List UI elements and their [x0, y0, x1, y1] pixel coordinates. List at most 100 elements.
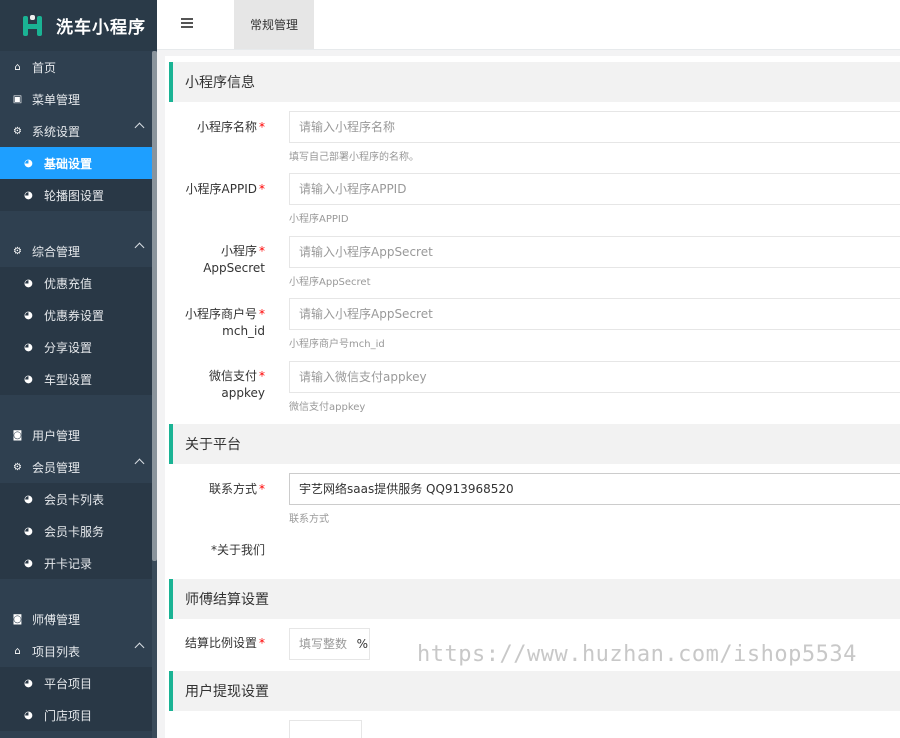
sidebar-item-carousel-settings[interactable]: ◕ 轮播图设置: [0, 179, 152, 211]
section-title: 小程序信息: [185, 75, 255, 91]
sidebar-item-label: 菜单管理: [32, 92, 81, 107]
sidebar-item-basic-settings[interactable]: ◕ 基础设置: [0, 147, 152, 179]
percent-unit: %: [356, 637, 368, 651]
app-title: 洗车小程序: [56, 18, 146, 38]
sidebar-item-label: 门店项目: [44, 708, 93, 723]
sidebar-item-menu-manage[interactable]: ▣ 菜单管理: [0, 83, 152, 115]
sidebar: 洗车小程序 ⌂ 首页 ▣ 菜单管理 ⚙ 系统设置 ◕ 基础设置 ◕ 轮播图设置: [0, 0, 157, 738]
form-row-contact: 联系方式 * 宇艺网络saas提供服务 QQ913968520 联系方式: [169, 473, 900, 525]
section-title: 用户提现设置: [185, 684, 269, 700]
dashboard-icon: ◕: [24, 493, 33, 505]
sidebar-item-label: 用户管理: [32, 428, 81, 443]
sidebar-item-member-manage[interactable]: ⚙ 会员管理: [0, 451, 152, 483]
chevron-up-icon: [134, 642, 145, 653]
sidebar-item-card-open-records[interactable]: ◕ 开卡记录: [0, 547, 152, 579]
watermark: https://www.huzhan.com/ishop5534: [417, 642, 857, 667]
sidebar-item-member-card-service[interactable]: ◕ 会员卡服务: [0, 515, 152, 547]
field-label: *关于我们: [210, 543, 265, 557]
submenu-general-manage: ◕ 优惠充值 ◕ 优惠券设置 ◕ 分享设置 ◕ 车型设置: [0, 267, 152, 395]
sidebar-item-label: 基础设置: [44, 156, 93, 171]
dashboard-icon: ◕: [24, 277, 33, 289]
appkey-input[interactable]: 请输入微信支付appkey: [289, 361, 900, 393]
mch-id-input[interactable]: 请输入小程序AppSecret: [289, 298, 900, 330]
field-hint: 联系方式: [289, 514, 329, 525]
sidebar-item-label: 系统设置: [32, 124, 81, 139]
mini-name-input[interactable]: 请输入小程序名称: [289, 111, 900, 143]
gears-icon: ⚙: [13, 125, 22, 137]
form-row-name: 小程序名称 * 请输入小程序名称 填写自己部署小程序的名称。: [169, 111, 900, 163]
sidebar-item-label: 综合管理: [32, 244, 81, 259]
tab-label: 常规管理: [249, 18, 298, 32]
settlement-placeholder: 填写整数: [299, 637, 348, 651]
sidebar-item-master-manage[interactable]: ◙ 师傅管理: [0, 603, 152, 635]
appsecret-input[interactable]: 请输入小程序AppSecret: [289, 236, 900, 268]
sidebar-item-label: 会员管理: [32, 460, 81, 475]
submenu-member-manage: ◕ 会员卡列表 ◕ 会员卡服务 ◕ 开卡记录: [0, 483, 152, 579]
withdraw-input[interactable]: [289, 720, 362, 738]
section-about-platform: 关于平台: [169, 424, 900, 464]
form-row-mch-id: 小程序商户号 * mch_id 请输入小程序AppSecret 小程序商户号mch_…: [169, 298, 900, 350]
chevron-up-icon: [134, 458, 145, 469]
field-label: 联系方式 *: [208, 482, 265, 496]
user-icon: ◙: [12, 613, 23, 625]
field-label: 小程序名称 *: [196, 120, 265, 134]
section-title: 关于平台: [185, 437, 241, 453]
user-icon: ◙: [12, 429, 23, 441]
sidebar-item-label: 车型设置: [44, 372, 93, 387]
sidebar-item-share-settings[interactable]: ◕ 分享设置: [0, 331, 152, 363]
sidebar-item-label: 平台项目: [44, 676, 93, 691]
sidebar-item-label: 项目列表: [32, 644, 81, 659]
top-bar: 常规管理: [157, 0, 900, 50]
dashboard-icon: ◕: [24, 709, 33, 721]
section-user-withdraw: 用户提现设置: [169, 671, 900, 711]
field-label: 小程序商户号 * mch_id: [184, 307, 265, 338]
dashboard-icon: ◕: [24, 557, 33, 569]
sidebar-item-label: 优惠券设置: [44, 308, 105, 323]
sidebar-item-label: 师傅管理: [32, 612, 81, 627]
appid-input[interactable]: 请输入小程序APPID: [289, 173, 900, 205]
gears-icon: ⚙: [13, 461, 22, 473]
dashboard-icon: ◕: [24, 189, 33, 201]
chevron-up-icon: [134, 242, 145, 253]
dashboard-icon: ◕: [24, 373, 33, 385]
sidebar-item-general-manage[interactable]: ⚙ 综合管理: [0, 235, 152, 267]
sidebar-item-label: 会员卡列表: [44, 492, 105, 507]
menu-toggle-icon[interactable]: [181, 18, 195, 30]
field-hint: 填写自己部署小程序的名称。: [289, 152, 419, 163]
sidebar-item-discount-recharge[interactable]: ◕ 优惠充值: [0, 267, 152, 299]
section-title: 师傅结算设置: [185, 592, 269, 608]
form-row-about-us: *关于我们: [169, 542, 900, 562]
contact-input[interactable]: 宇艺网络saas提供服务 QQ913968520: [289, 473, 900, 505]
window-icon: ▣: [12, 93, 23, 105]
sidebar-item-label: 轮播图设置: [44, 188, 105, 203]
sidebar-item-platform-projects[interactable]: ◕ 平台项目: [0, 667, 152, 699]
field-hint: 小程序APPID: [289, 214, 349, 225]
sidebar-item-coupon-settings[interactable]: ◕ 优惠券设置: [0, 299, 152, 331]
gears-icon: ⚙: [13, 245, 22, 257]
field-hint: 小程序商户号mch_id: [289, 339, 385, 350]
sidebar-item-system-settings[interactable]: ⚙ 系统设置: [0, 115, 152, 147]
sidebar-item-member-card-list[interactable]: ◕ 会员卡列表: [0, 483, 152, 515]
sidebar-item-store-projects[interactable]: ◕ 门店项目: [0, 699, 152, 731]
settlement-ratio-input[interactable]: 填写整数 %: [289, 628, 370, 660]
bank-icon: ⌂: [14, 645, 21, 657]
dashboard-icon: ◕: [24, 525, 33, 537]
field-label: 结算比例设置 *: [184, 636, 265, 650]
dashboard-icon: ◕: [24, 677, 33, 689]
submenu-project-list: ◕ 平台项目 ◕ 门店项目: [0, 667, 152, 731]
sidebar-item-home[interactable]: ⌂ 首页: [0, 51, 152, 83]
main-content: 小程序信息 小程序名称 * 请输入小程序名称 填写自己部署小程序的名称。 小程序A…: [157, 50, 900, 738]
field-label: 小程序APPID *: [185, 182, 265, 196]
sidebar-item-label: 开卡记录: [44, 556, 93, 571]
dashboard-icon: ◕: [24, 157, 33, 169]
sidebar-item-car-model-settings[interactable]: ◕ 车型设置: [0, 363, 152, 395]
sidebar-item-project-list[interactable]: ⌂ 项目列表: [0, 635, 152, 667]
home-icon: ⌂: [14, 61, 21, 73]
sidebar-item-user-manage[interactable]: ◙ 用户管理: [0, 419, 152, 451]
field-hint: 小程序AppSecret: [289, 277, 371, 288]
brand[interactable]: 洗车小程序: [0, 0, 157, 51]
field-label: 小程序 * AppSecret: [203, 244, 265, 275]
tab-general-manage[interactable]: 常规管理: [234, 0, 314, 49]
chevron-up-icon: [134, 122, 145, 133]
form-row-appkey: 微信支付 * appkey 请输入微信支付appkey 微信支付appkey: [169, 361, 900, 413]
